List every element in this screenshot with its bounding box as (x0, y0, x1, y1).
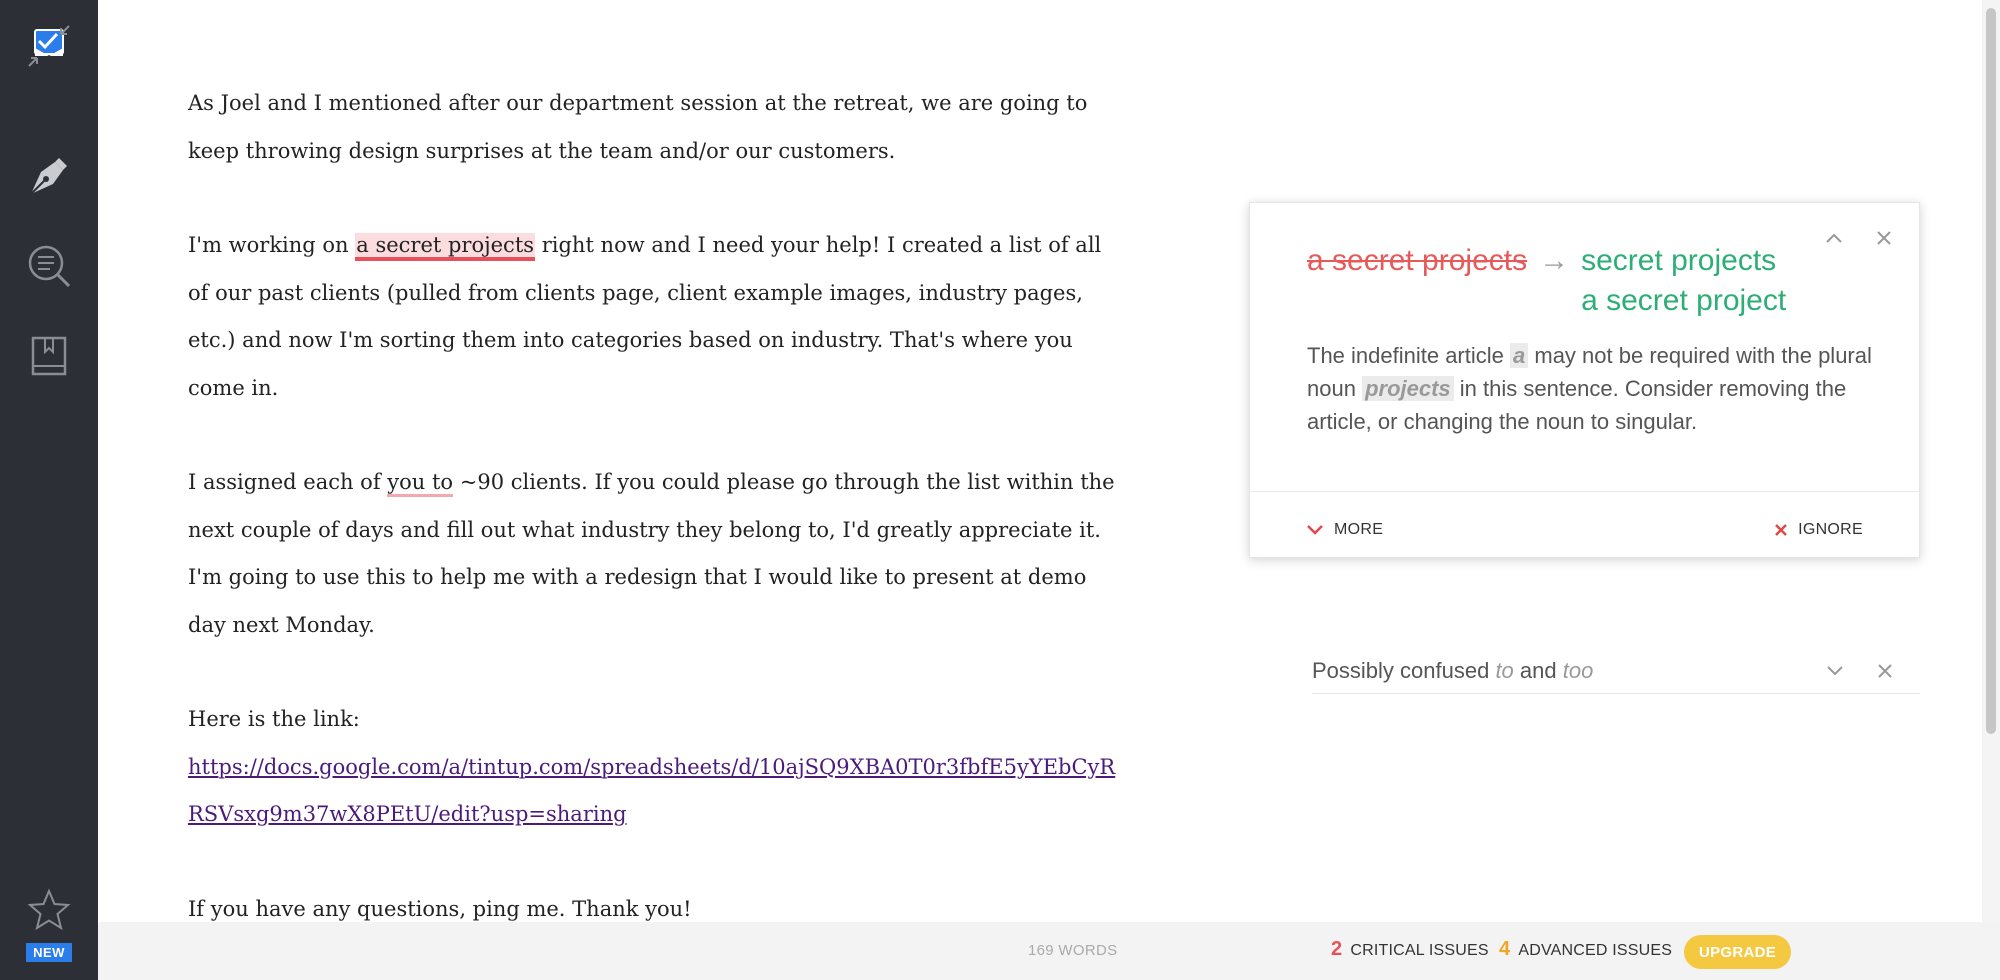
scrollbar-thumb[interactable] (1986, 8, 1996, 734)
ignore-label: IGNORE (1798, 521, 1863, 538)
original-phrase: a secret projects (1307, 244, 1528, 277)
paragraph: As Joel and I mentioned after our depart… (188, 91, 1088, 163)
word-count: 169 WORDS (1028, 942, 1118, 959)
plagiarism-search-icon[interactable] (0, 226, 98, 306)
pen-nib-icon[interactable] (0, 136, 98, 216)
arrow-right-icon: → (1539, 244, 1570, 277)
scrollbar-track[interactable] (1982, 0, 2000, 922)
chevron-down-icon (1306, 524, 1324, 536)
critical-label: CRITICAL ISSUES (1350, 942, 1489, 959)
close-icon[interactable] (1869, 223, 1899, 253)
paragraph: I assigned each of you to ~90 clients. I… (188, 459, 1128, 649)
upgrade-button[interactable]: UPGRADE (1684, 935, 1791, 969)
text-run: right now and I need your help! I create… (188, 233, 1102, 400)
text-run: and (1513, 657, 1563, 683)
more-button[interactable]: MORE (1306, 505, 1383, 555)
alert-word: too (1562, 657, 1594, 683)
document-editor[interactable]: As Joel and I mentioned after our depart… (188, 80, 1128, 980)
divider (1250, 491, 1919, 492)
advanced-issues[interactable]: 4 ADVANCED ISSUES (1499, 938, 1672, 961)
ignore-button[interactable]: IGNORE (1774, 505, 1863, 555)
text-run: I assigned each of (188, 470, 388, 494)
suggestion-option[interactable]: secret projects (1581, 241, 1786, 281)
suggestion-card: a secret projects → secret projects a se… (1249, 202, 1920, 558)
highlight-term: a (1510, 343, 1529, 368)
suggestion-option[interactable]: a secret project (1581, 281, 1786, 321)
suggestion-options: secret projects a secret project (1581, 241, 1786, 321)
flagged-phrase-critical[interactable]: a secret projects (355, 233, 536, 261)
suggestion-row: a secret projects → secret projects a se… (1307, 241, 1786, 321)
advanced-label: ADVANCED ISSUES (1518, 942, 1673, 959)
paragraph: Here is the link: https://docs.google.com… (188, 696, 1128, 839)
text-run: The indefinite article (1307, 343, 1510, 368)
text-run: I'm working on (188, 233, 356, 257)
new-badge: NEW (26, 943, 72, 962)
text-run: Here is the link: (188, 707, 360, 731)
paragraph: I'm working on a secret projects right n… (188, 222, 1128, 412)
mail-check-icon[interactable] (0, 6, 98, 86)
sidebar: NEW (0, 0, 98, 980)
alert-title: Possibly confused to and too (1312, 658, 1593, 684)
chevron-down-icon[interactable] (1820, 656, 1850, 686)
advanced-count: 4 (1499, 938, 1511, 960)
text-run: Possibly confused (1312, 657, 1496, 683)
highlight-term: projects (1362, 376, 1454, 401)
status-bar: 169 WORDS 2 CRITICAL ISSUES 4 ADVANCED I… (98, 922, 2000, 980)
text-run: ~90 clients. If you could please go thro… (188, 470, 1115, 637)
critical-issues[interactable]: 2 CRITICAL ISSUES (1331, 938, 1489, 961)
dictionary-book-icon[interactable] (0, 316, 98, 396)
alert-word: to (1495, 657, 1514, 683)
flagged-phrase-advanced[interactable]: you to (387, 470, 454, 497)
spreadsheet-link[interactable]: https://docs.google.com/a/tintup.com/spr… (188, 755, 1115, 827)
more-label: MORE (1334, 521, 1384, 538)
alert-collapsed[interactable]: Possibly confused to and too (1312, 648, 1920, 694)
chevron-up-icon[interactable] (1819, 223, 1849, 253)
close-icon (1774, 523, 1788, 537)
star-icon[interactable] (0, 888, 98, 948)
close-icon[interactable] (1870, 656, 1900, 686)
critical-count: 2 (1331, 938, 1343, 960)
explanation-text: The indefinite article a may not be requ… (1307, 339, 1877, 438)
